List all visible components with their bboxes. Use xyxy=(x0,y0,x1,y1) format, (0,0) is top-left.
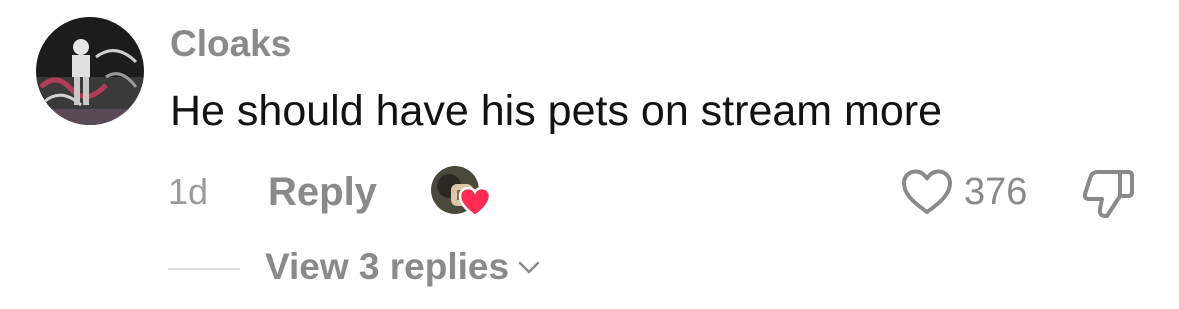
comment-username[interactable]: Cloaks xyxy=(170,20,291,68)
creator-heart-icon xyxy=(458,186,492,218)
dislike-button[interactable] xyxy=(1080,166,1136,220)
creator-liked-badge xyxy=(431,166,493,218)
chevron-down-icon xyxy=(518,261,540,274)
comment-text: He should have his pets on stream more xyxy=(170,87,943,135)
like-button[interactable]: 376 xyxy=(900,166,1027,218)
like-count: 376 xyxy=(964,171,1028,213)
reply-button[interactable]: Reply xyxy=(268,166,377,218)
heart-outline-icon xyxy=(902,169,952,214)
view-replies-button[interactable]: View 3 replies xyxy=(265,243,541,291)
thumbs-down-icon xyxy=(1082,170,1134,218)
avatar-image xyxy=(36,17,144,125)
user-avatar[interactable] xyxy=(36,17,144,125)
view-replies-label: View 3 replies xyxy=(265,246,510,287)
replies-divider xyxy=(168,268,240,270)
comment-timestamp: 1d xyxy=(168,171,209,212)
